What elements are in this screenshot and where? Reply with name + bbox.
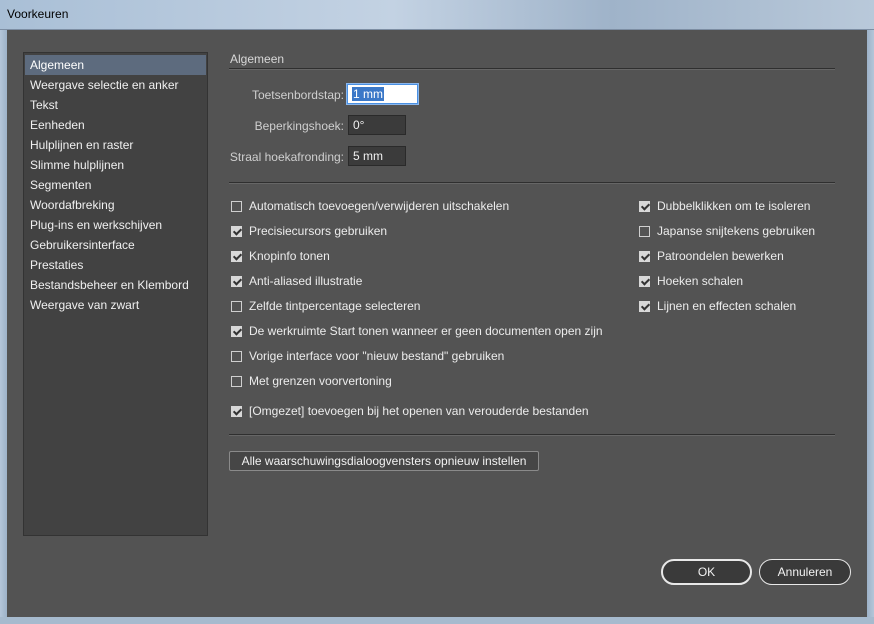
checkbox-box[interactable] xyxy=(231,250,242,262)
checkbox-box[interactable] xyxy=(639,250,650,262)
checkbox-disable-auto-add-delete[interactable]: Automatisch toevoegen/verwijderen uitsch… xyxy=(231,197,509,215)
sidebar-item-bestandsbeheer[interactable]: Bestandsbeheer en Klembord xyxy=(25,275,206,295)
corner-radius-input[interactable]: 5 mm xyxy=(348,146,406,166)
sidebar-item-segmenten[interactable]: Segmenten xyxy=(25,175,206,195)
keyboard-increment-label: Toetsenbordstap: xyxy=(251,88,344,102)
dialog-body: Algemeen Weergave selectie en anker Teks… xyxy=(7,30,867,617)
reset-warnings-button[interactable]: Alle waarschuwingsdialoogvensters opnieu… xyxy=(229,451,539,471)
section-divider-mid xyxy=(229,182,835,184)
sidebar-item-algemeen[interactable]: Algemeen xyxy=(25,55,206,75)
title-bar[interactable]: Voorkeuren xyxy=(0,0,874,30)
checkbox-box[interactable] xyxy=(639,275,650,287)
sidebar-item-prestaties[interactable]: Prestaties xyxy=(25,255,206,275)
checkbox-anti-aliased[interactable]: Anti-aliased illustratie xyxy=(231,272,362,290)
window-frame-left xyxy=(0,30,7,624)
checkbox-transform-patterns[interactable]: Patroondelen bewerken xyxy=(639,247,784,265)
checkbox-double-click-isolate[interactable]: Dubbelklikken om te isoleren xyxy=(639,197,810,215)
section-divider-bottom xyxy=(229,434,835,436)
ok-button[interactable]: OK xyxy=(661,559,752,585)
category-list[interactable]: Algemeen Weergave selectie en anker Teks… xyxy=(23,52,208,536)
sidebar-item-eenheden[interactable]: Eenheden xyxy=(25,115,206,135)
checkbox-preview-bounds[interactable]: Met grenzen voorvertoning xyxy=(231,372,392,390)
checkbox-box[interactable] xyxy=(231,275,242,287)
checkbox-japanese-crop-marks[interactable]: Japanse snijtekens gebruiken xyxy=(639,222,815,240)
sidebar-item-hulplijnen[interactable]: Hulplijnen en raster xyxy=(25,135,206,155)
sidebar-item-woordafbreking[interactable]: Woordafbreking xyxy=(25,195,206,215)
checkbox-box[interactable] xyxy=(231,225,242,237)
sidebar-item-weergave-selectie[interactable]: Weergave selectie en anker xyxy=(25,75,206,95)
section-divider-top xyxy=(229,68,835,70)
checkbox-box[interactable] xyxy=(639,225,650,237)
sidebar-item-plug-ins[interactable]: Plug-ins en werkschijven xyxy=(25,215,206,235)
checkbox-box[interactable] xyxy=(231,350,242,362)
checkbox-show-start-workspace[interactable]: De werkruimte Start tonen wanneer er gee… xyxy=(231,322,603,340)
checkbox-box[interactable] xyxy=(231,200,242,212)
keyboard-increment-input[interactable]: 1 mm xyxy=(347,84,418,104)
window-title: Voorkeuren xyxy=(7,7,69,21)
checkbox-box[interactable] xyxy=(231,375,242,387)
cancel-button[interactable]: Annuleren xyxy=(759,559,851,585)
checkbox-box[interactable] xyxy=(639,200,650,212)
checkbox-show-tooltips[interactable]: Knopinfo tonen xyxy=(231,247,330,265)
checkbox-same-tint[interactable]: Zelfde tintpercentage selecteren xyxy=(231,297,420,315)
checkbox-precise-cursors[interactable]: Precisiecursors gebruiken xyxy=(231,222,387,240)
checkbox-box[interactable] xyxy=(231,405,242,417)
checkbox-scale-corners[interactable]: Hoeken schalen xyxy=(639,272,743,290)
constrain-angle-input[interactable]: 0° xyxy=(348,115,406,135)
checkbox-legacy-new-document[interactable]: Vorige interface voor "nieuw bestand" ge… xyxy=(231,347,504,365)
checkbox-box[interactable] xyxy=(231,325,242,337)
sidebar-item-tekst[interactable]: Tekst xyxy=(25,95,206,115)
sidebar-item-gebruikersinterface[interactable]: Gebruikersinterface xyxy=(25,235,206,255)
sidebar-item-weergave-zwart[interactable]: Weergave van zwart xyxy=(25,295,206,315)
window-frame-bottom xyxy=(0,617,874,624)
section-title: Algemeen xyxy=(230,52,285,66)
sidebar-item-slimme-hulplijnen[interactable]: Slimme hulplijnen xyxy=(25,155,206,175)
constrain-angle-label: Beperkingshoek: xyxy=(254,119,344,133)
window-frame-right xyxy=(867,30,874,624)
checkbox-box[interactable] xyxy=(231,300,242,312)
checkbox-append-converted[interactable]: [Omgezet] toevoegen bij het openen van v… xyxy=(231,402,589,420)
corner-radius-label: Straal hoekafronding: xyxy=(229,150,344,164)
checkbox-scale-strokes-effects[interactable]: Lijnen en effecten schalen xyxy=(639,297,796,315)
checkbox-box[interactable] xyxy=(639,300,650,312)
